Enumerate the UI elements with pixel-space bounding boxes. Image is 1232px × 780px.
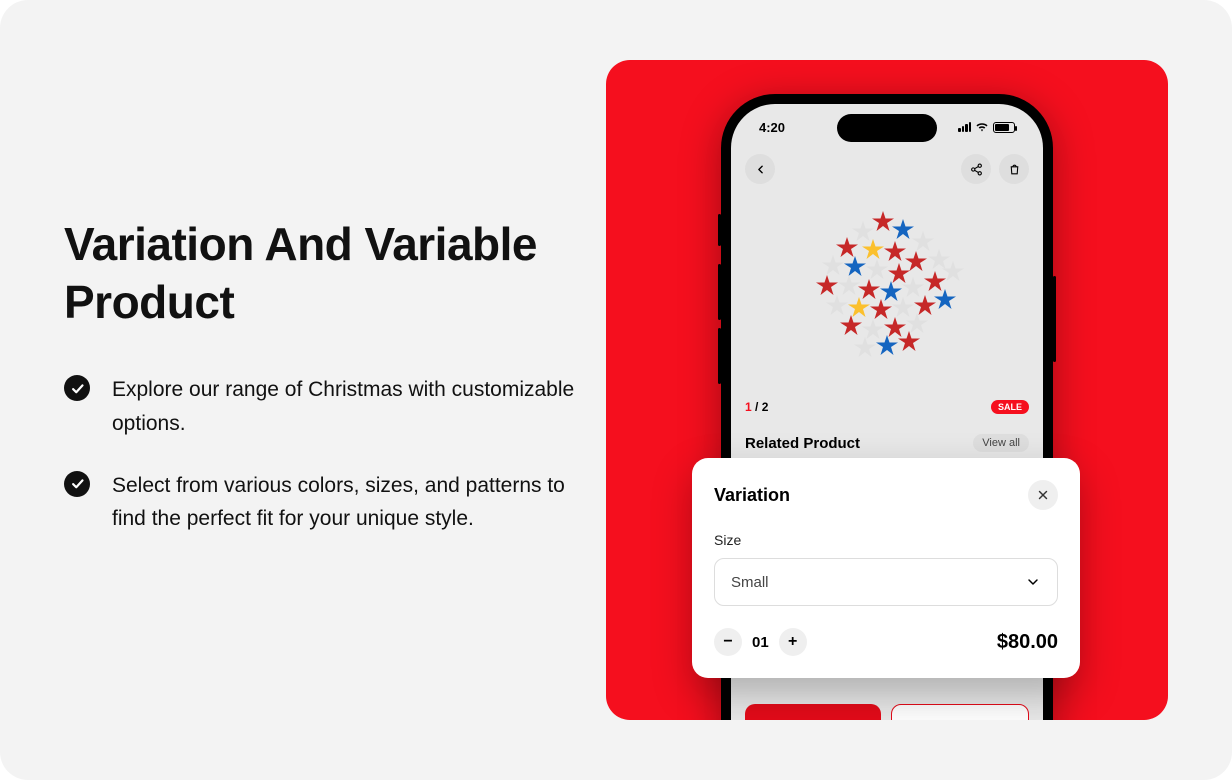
- variation-popover: Variation Size Small − 01 + $80.00: [692, 458, 1080, 678]
- decrement-button[interactable]: −: [714, 628, 742, 656]
- battery-icon: [993, 122, 1015, 133]
- bullet-item: Select from various colors, sizes, and p…: [64, 469, 584, 536]
- bullet-text: Explore our range of Christmas with cust…: [112, 373, 584, 440]
- size-value: Small: [731, 574, 769, 591]
- bullet-item: Explore our range of Christmas with cust…: [64, 373, 584, 440]
- related-heading: Related Product: [745, 435, 860, 452]
- signal-icon: [958, 122, 971, 132]
- product-image-area[interactable]: [731, 166, 1043, 406]
- view-all-button[interactable]: View all: [973, 434, 1029, 452]
- wifi-icon: [975, 122, 989, 132]
- preview-panel: 4:20: [606, 60, 1168, 720]
- chevron-down-icon: [1025, 574, 1041, 590]
- image-pager: 1 / 2: [745, 400, 768, 414]
- add-to-cart-button[interactable]: Add to Cart: [891, 704, 1029, 720]
- size-select[interactable]: Small: [714, 558, 1058, 606]
- check-icon: [64, 471, 90, 497]
- product-image: [792, 201, 982, 371]
- quantity-value: 01: [752, 634, 769, 651]
- page-heading: Variation And Variable Product: [64, 216, 584, 331]
- quantity-stepper: − 01 +: [714, 628, 807, 656]
- bullet-text: Select from various colors, sizes, and p…: [112, 469, 584, 536]
- check-icon: [64, 375, 90, 401]
- size-label: Size: [714, 532, 1058, 548]
- close-button[interactable]: [1028, 480, 1058, 510]
- status-time: 4:20: [759, 120, 785, 135]
- variation-title: Variation: [714, 485, 790, 506]
- dynamic-island: [837, 114, 937, 142]
- buy-now-button[interactable]: Buy Now: [745, 704, 881, 720]
- sale-badge: SALE: [991, 400, 1029, 414]
- price: $80.00: [997, 631, 1058, 654]
- increment-button[interactable]: +: [779, 628, 807, 656]
